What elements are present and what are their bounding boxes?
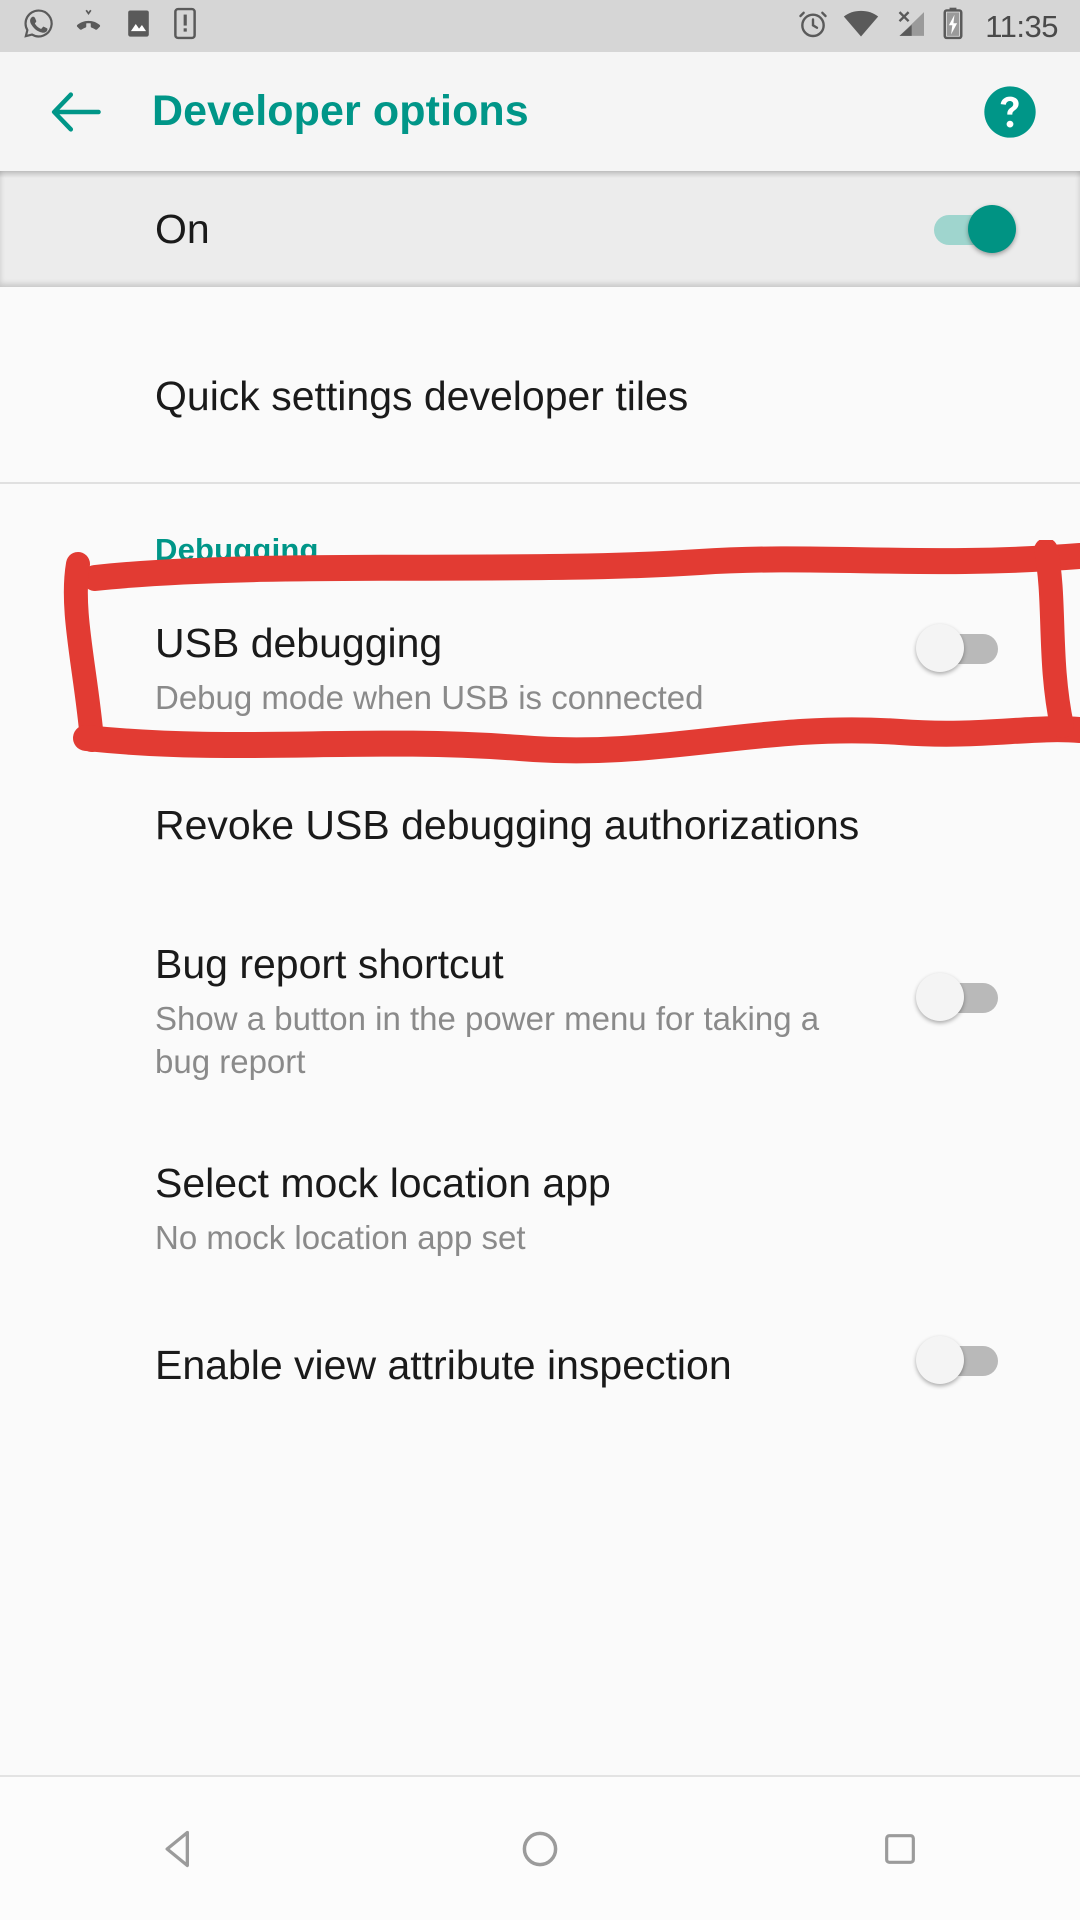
switch-thumb xyxy=(916,973,964,1022)
page-title: Developer options xyxy=(152,87,529,135)
clipped-list-item: y xyxy=(0,287,1080,315)
list-item-title: Revoke USB debugging authorizations xyxy=(155,802,860,849)
list-item-revoke-usb-authorizations[interactable]: Revoke USB debugging authorizations xyxy=(0,750,1080,907)
switch-thumb xyxy=(968,205,1016,253)
master-switch-toggle[interactable] xyxy=(924,201,1020,257)
view-attribute-inspection-toggle[interactable] xyxy=(916,1332,1012,1388)
status-bar-left-icons xyxy=(22,7,198,45)
list-item-title: Bug report shortcut xyxy=(155,941,504,988)
list-item-title: Quick settings developer tiles xyxy=(155,373,689,419)
status-bar: 11:35 xyxy=(0,0,1080,52)
nav-back-icon[interactable] xyxy=(120,1789,240,1909)
list-item-summary: Show a button in the power menu for taki… xyxy=(155,1000,820,1081)
list-item-usb-debugging[interactable]: USB debugging Debug mode when USB is con… xyxy=(0,568,1080,750)
bug-report-shortcut-toggle[interactable] xyxy=(916,969,1012,1025)
list-item-summary: No mock location app set xyxy=(155,1219,526,1257)
switch-thumb xyxy=(916,624,964,673)
missed-call-icon xyxy=(72,9,105,44)
list-item-summary: Debug mode when USB is connected xyxy=(155,679,704,717)
mobile-signal-icon xyxy=(893,10,927,43)
list-item-select-mock-location-app[interactable]: Select mock location app No mock locatio… xyxy=(0,1120,1080,1300)
list-item-title: Select mock location app xyxy=(155,1160,611,1207)
nav-home-icon[interactable] xyxy=(480,1789,600,1909)
whatsapp-icon xyxy=(22,7,55,45)
list-item-quick-settings-tiles[interactable]: Quick settings developer tiles xyxy=(0,315,1080,482)
list-item-title: USB debugging xyxy=(155,620,443,667)
section-header-debugging: Debugging xyxy=(155,532,319,568)
developer-options-master-row[interactable]: On xyxy=(0,171,1080,287)
back-arrow-icon[interactable] xyxy=(38,74,114,150)
settings-list[interactable]: y Quick settings developer tiles Debuggi… xyxy=(0,287,1080,1455)
status-bar-right-icons: 11:35 xyxy=(797,7,1058,45)
master-switch-label: On xyxy=(155,205,210,252)
nav-recents-icon[interactable] xyxy=(840,1789,960,1909)
list-item-select-debug-app[interactable]: Select debug app No debug application se… xyxy=(0,1433,1080,1455)
list-item-title: Enable view attribute inspection xyxy=(155,1342,732,1389)
app-bar: Developer options xyxy=(0,52,1080,171)
switch-thumb xyxy=(916,1336,964,1385)
list-item-bug-report-shortcut[interactable]: Bug report shortcut Show a button in the… xyxy=(0,907,1080,1120)
system-navigation-bar xyxy=(0,1775,1080,1920)
status-bar-clock: 11:35 xyxy=(985,8,1058,44)
image-icon xyxy=(122,7,155,45)
battery-charging-icon xyxy=(941,7,965,45)
list-item-enable-view-attribute-inspection[interactable]: Enable view attribute inspection xyxy=(0,1300,1080,1433)
wifi-icon xyxy=(843,10,879,43)
help-icon[interactable] xyxy=(978,80,1042,144)
usb-debugging-toggle[interactable] xyxy=(916,620,1012,676)
sim-card-icon xyxy=(172,7,198,45)
alarm-icon xyxy=(797,8,829,45)
